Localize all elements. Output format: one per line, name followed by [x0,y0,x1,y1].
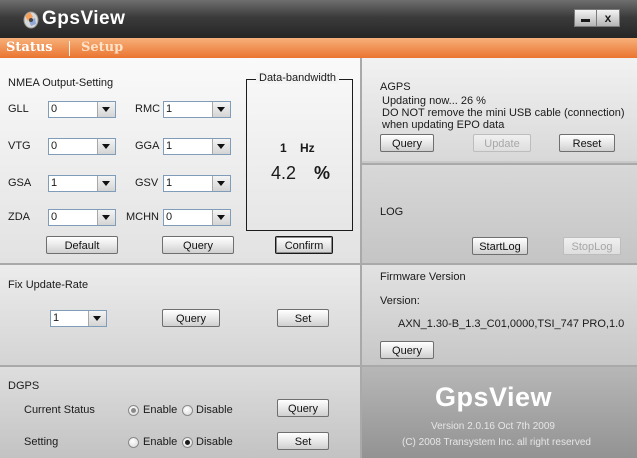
firmware-title: Firmware Version [380,271,466,283]
agps-query-button[interactable]: Query [380,134,434,152]
setting-label: Setting [24,436,59,448]
setting-disable-label: Disable [196,436,233,448]
mchn-label: MCHN [126,211,159,223]
zda-label: ZDA [8,211,30,223]
agps-status-text: Updating now... 26 % [382,95,486,107]
panel-divider [360,58,362,458]
confirm-button[interactable]: Confirm [275,236,333,254]
chevron-down-icon [212,139,230,154]
gsv-select-value: 1 [166,177,173,189]
chevron-down-icon [97,210,115,225]
gsa-label: GSA [8,177,32,189]
bandwidth-percent-unit: % [314,163,331,183]
app-window: GpsView x Status Setup NMEA Output-Setti… [0,0,637,458]
tab-setup[interactable]: Setup [81,40,123,55]
data-bandwidth-title: Data-bandwidth [256,72,340,84]
stop-log-button[interactable]: StopLog [563,237,621,255]
bandwidth-rate-unit: Hz [300,141,315,155]
zda-select[interactable]: 0 [48,209,116,226]
gll-select[interactable]: 0 [48,101,116,118]
chevron-down-icon [212,102,230,117]
default-button[interactable]: Default [46,236,118,254]
current-status-label: Current Status [24,404,95,416]
minimize-icon [581,19,590,22]
vtg-label: VTG [8,140,31,152]
gga-select[interactable]: 1 [163,138,231,155]
bandwidth-percent: 4.2 [271,163,297,183]
fix-update-title: Fix Update-Rate [8,279,89,291]
agps-title: AGPS [380,81,411,93]
gga-label: GGA [135,140,160,152]
app-logo-icon [23,11,39,29]
setting-disable-radio[interactable] [182,437,193,448]
dgps-query-button[interactable]: Query [277,399,329,417]
window-controls: x [574,9,620,27]
vtg-select-value: 0 [51,140,58,152]
nmea-section-title: NMEA Output-Setting [8,77,114,89]
agps-update-button[interactable]: Update [473,134,531,152]
close-button[interactable]: x [597,10,619,26]
gll-select-value: 0 [51,103,58,115]
fix-set-button[interactable]: Set [277,309,329,327]
app-title: GpsView [42,8,126,29]
start-log-button[interactable]: StartLog [472,237,528,255]
log-title: LOG [380,206,404,218]
dgps-set-button[interactable]: Set [277,432,329,450]
setting-enable-label: Enable [143,436,178,448]
firmware-query-button[interactable]: Query [380,341,434,359]
chevron-down-icon [97,176,115,191]
agps-warning-line1: DO NOT remove the mini USB cable (connec… [382,107,625,119]
tab-bar: Status Setup [0,38,637,58]
tab-status[interactable]: Status [6,40,53,55]
zda-select-value: 0 [51,211,58,223]
minimize-button[interactable] [575,10,597,26]
vtg-select[interactable]: 0 [48,138,116,155]
gsa-select[interactable]: 1 [48,175,116,192]
rmc-label: RMC [135,103,161,115]
about-logo-text: GpsView [435,382,553,412]
chevron-down-icon [97,102,115,117]
about-copyright-text: (C) 2008 Transystem Inc. all right reser… [402,437,591,448]
setting-enable-radio[interactable] [128,437,139,448]
chevron-down-icon [88,311,106,326]
chevron-down-icon [212,210,230,225]
firmware-version-value: AXN_1.30-B_1.3_C01,0000,TSI_747 PRO,1.0 [398,318,625,330]
fix-rate-select[interactable]: 1 [50,310,107,327]
gsa-select-value: 1 [51,177,58,189]
chevron-down-icon [97,139,115,154]
agps-warning-line2: when updating EPO data [382,119,505,131]
mchn-select-value: 0 [166,211,173,223]
current-enable-label: Enable [143,404,178,416]
bandwidth-rate: 1 [280,141,287,155]
title-bar: GpsView x [0,0,637,38]
current-disable-radio [182,405,193,416]
rmc-select-value: 1 [166,103,173,115]
current-disable-label: Disable [196,404,233,416]
gga-select-value: 1 [166,140,173,152]
gsv-select[interactable]: 1 [163,175,231,192]
fix-rate-select-value: 1 [53,312,60,324]
chevron-down-icon [212,176,230,191]
gsv-label: GSV [135,177,159,189]
dgps-title: DGPS [8,380,40,392]
rmc-select[interactable]: 1 [163,101,231,118]
about-version-text: Version 2.0.16 Oct 7th 2009 [431,421,555,432]
tab-divider [69,41,70,56]
version-label: Version: [380,295,420,307]
fix-query-button[interactable]: Query [162,309,220,327]
data-bandwidth-box [246,79,353,231]
nmea-query-button[interactable]: Query [162,236,234,254]
agps-reset-button[interactable]: Reset [559,134,615,152]
mchn-select[interactable]: 0 [163,209,231,226]
current-enable-radio [128,405,139,416]
gll-label: GLL [8,103,29,115]
